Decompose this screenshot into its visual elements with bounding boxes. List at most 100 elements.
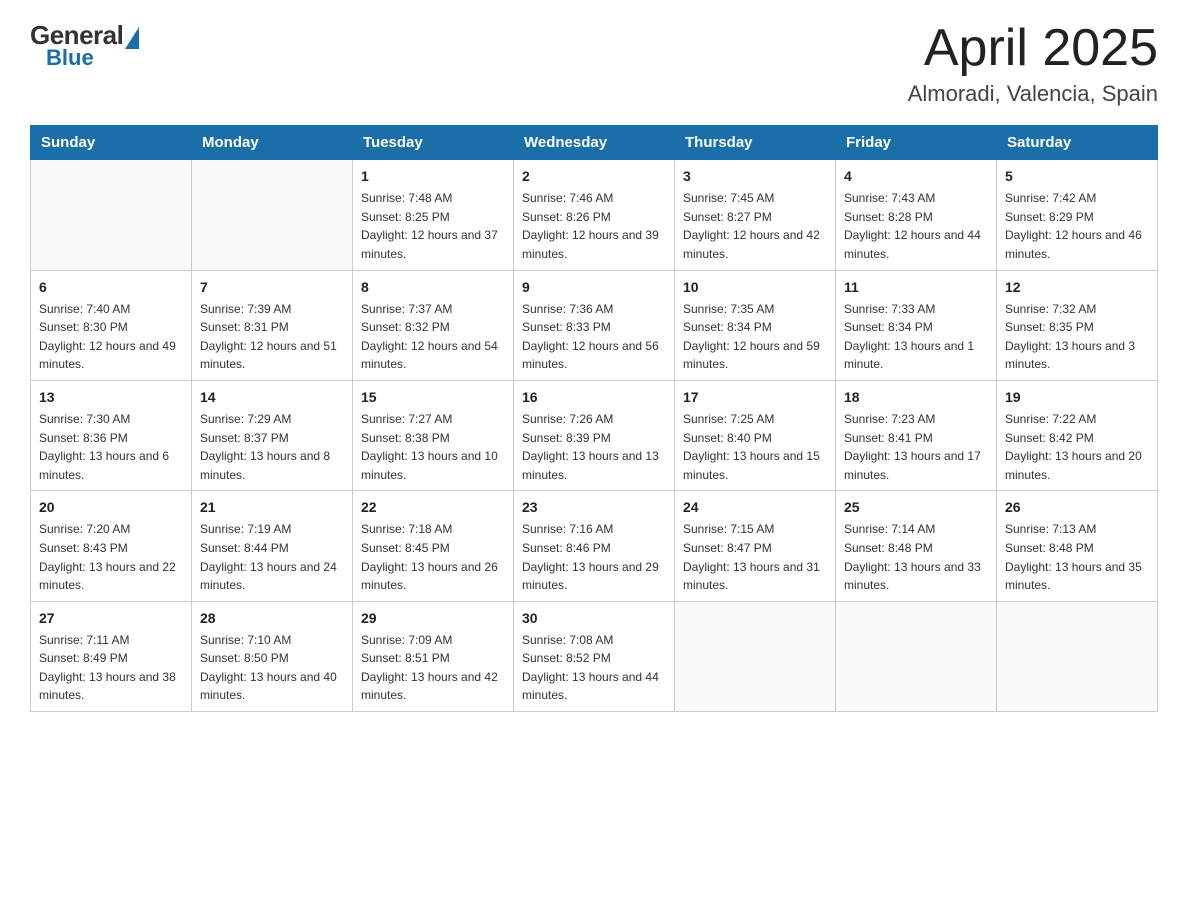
day-info: Sunrise: 7:43 AMSunset: 8:28 PMDaylight:… xyxy=(844,189,988,263)
day-info: Sunrise: 7:37 AMSunset: 8:32 PMDaylight:… xyxy=(361,300,505,374)
calendar-cell: 14Sunrise: 7:29 AMSunset: 8:37 PMDayligh… xyxy=(192,380,353,490)
calendar-cell: 24Sunrise: 7:15 AMSunset: 8:47 PMDayligh… xyxy=(675,491,836,601)
calendar-cell: 3Sunrise: 7:45 AMSunset: 8:27 PMDaylight… xyxy=(675,160,836,270)
weekday-header-saturday: Saturday xyxy=(997,126,1158,160)
calendar-cell: 21Sunrise: 7:19 AMSunset: 8:44 PMDayligh… xyxy=(192,491,353,601)
day-info: Sunrise: 7:29 AMSunset: 8:37 PMDaylight:… xyxy=(200,410,344,484)
calendar-cell: 6Sunrise: 7:40 AMSunset: 8:30 PMDaylight… xyxy=(31,270,192,380)
day-number: 11 xyxy=(844,277,988,298)
weekday-header-tuesday: Tuesday xyxy=(353,126,514,160)
day-number: 5 xyxy=(1005,166,1149,187)
weekday-header-wednesday: Wednesday xyxy=(514,126,675,160)
day-number: 12 xyxy=(1005,277,1149,298)
logo: General Blue xyxy=(30,20,139,71)
logo-triangle-icon xyxy=(125,27,139,49)
day-info: Sunrise: 7:18 AMSunset: 8:45 PMDaylight:… xyxy=(361,520,505,594)
month-title: April 2025 xyxy=(908,20,1158,77)
day-number: 27 xyxy=(39,608,183,629)
calendar-week-row: 27Sunrise: 7:11 AMSunset: 8:49 PMDayligh… xyxy=(31,601,1158,711)
calendar-cell: 26Sunrise: 7:13 AMSunset: 8:48 PMDayligh… xyxy=(997,491,1158,601)
weekday-header-thursday: Thursday xyxy=(675,126,836,160)
calendar-week-row: 6Sunrise: 7:40 AMSunset: 8:30 PMDaylight… xyxy=(31,270,1158,380)
calendar-cell: 9Sunrise: 7:36 AMSunset: 8:33 PMDaylight… xyxy=(514,270,675,380)
day-number: 25 xyxy=(844,497,988,518)
calendar-cell: 19Sunrise: 7:22 AMSunset: 8:42 PMDayligh… xyxy=(997,380,1158,490)
weekday-header-monday: Monday xyxy=(192,126,353,160)
calendar-cell: 11Sunrise: 7:33 AMSunset: 8:34 PMDayligh… xyxy=(836,270,997,380)
day-number: 26 xyxy=(1005,497,1149,518)
calendar-cell: 7Sunrise: 7:39 AMSunset: 8:31 PMDaylight… xyxy=(192,270,353,380)
day-number: 29 xyxy=(361,608,505,629)
day-number: 24 xyxy=(683,497,827,518)
day-info: Sunrise: 7:40 AMSunset: 8:30 PMDaylight:… xyxy=(39,300,183,374)
calendar-cell: 12Sunrise: 7:32 AMSunset: 8:35 PMDayligh… xyxy=(997,270,1158,380)
calendar-cell: 13Sunrise: 7:30 AMSunset: 8:36 PMDayligh… xyxy=(31,380,192,490)
day-info: Sunrise: 7:30 AMSunset: 8:36 PMDaylight:… xyxy=(39,410,183,484)
day-info: Sunrise: 7:19 AMSunset: 8:44 PMDaylight:… xyxy=(200,520,344,594)
day-number: 17 xyxy=(683,387,827,408)
day-number: 23 xyxy=(522,497,666,518)
day-info: Sunrise: 7:11 AMSunset: 8:49 PMDaylight:… xyxy=(39,631,183,705)
day-number: 21 xyxy=(200,497,344,518)
day-number: 4 xyxy=(844,166,988,187)
day-info: Sunrise: 7:25 AMSunset: 8:40 PMDaylight:… xyxy=(683,410,827,484)
day-number: 9 xyxy=(522,277,666,298)
day-number: 2 xyxy=(522,166,666,187)
calendar-cell: 23Sunrise: 7:16 AMSunset: 8:46 PMDayligh… xyxy=(514,491,675,601)
logo-blue-text: Blue xyxy=(46,45,94,71)
day-info: Sunrise: 7:15 AMSunset: 8:47 PMDaylight:… xyxy=(683,520,827,594)
day-info: Sunrise: 7:22 AMSunset: 8:42 PMDaylight:… xyxy=(1005,410,1149,484)
calendar-cell: 8Sunrise: 7:37 AMSunset: 8:32 PMDaylight… xyxy=(353,270,514,380)
day-info: Sunrise: 7:23 AMSunset: 8:41 PMDaylight:… xyxy=(844,410,988,484)
day-number: 18 xyxy=(844,387,988,408)
day-number: 8 xyxy=(361,277,505,298)
day-number: 3 xyxy=(683,166,827,187)
title-block: April 2025 Almoradi, Valencia, Spain xyxy=(908,20,1158,107)
day-number: 10 xyxy=(683,277,827,298)
day-info: Sunrise: 7:46 AMSunset: 8:26 PMDaylight:… xyxy=(522,189,666,263)
calendar-cell: 22Sunrise: 7:18 AMSunset: 8:45 PMDayligh… xyxy=(353,491,514,601)
calendar-cell: 1Sunrise: 7:48 AMSunset: 8:25 PMDaylight… xyxy=(353,160,514,270)
day-info: Sunrise: 7:33 AMSunset: 8:34 PMDaylight:… xyxy=(844,300,988,374)
day-number: 16 xyxy=(522,387,666,408)
day-info: Sunrise: 7:26 AMSunset: 8:39 PMDaylight:… xyxy=(522,410,666,484)
day-number: 14 xyxy=(200,387,344,408)
day-info: Sunrise: 7:42 AMSunset: 8:29 PMDaylight:… xyxy=(1005,189,1149,263)
day-number: 6 xyxy=(39,277,183,298)
calendar-cell: 15Sunrise: 7:27 AMSunset: 8:38 PMDayligh… xyxy=(353,380,514,490)
day-number: 13 xyxy=(39,387,183,408)
calendar-cell xyxy=(675,601,836,711)
page-header: General Blue April 2025 Almoradi, Valenc… xyxy=(30,20,1158,107)
day-number: 15 xyxy=(361,387,505,408)
calendar-cell: 30Sunrise: 7:08 AMSunset: 8:52 PMDayligh… xyxy=(514,601,675,711)
calendar-cell: 20Sunrise: 7:20 AMSunset: 8:43 PMDayligh… xyxy=(31,491,192,601)
day-info: Sunrise: 7:20 AMSunset: 8:43 PMDaylight:… xyxy=(39,520,183,594)
calendar-cell: 29Sunrise: 7:09 AMSunset: 8:51 PMDayligh… xyxy=(353,601,514,711)
calendar-table: SundayMondayTuesdayWednesdayThursdayFrid… xyxy=(30,125,1158,712)
calendar-cell: 18Sunrise: 7:23 AMSunset: 8:41 PMDayligh… xyxy=(836,380,997,490)
weekday-header-friday: Friday xyxy=(836,126,997,160)
calendar-cell: 28Sunrise: 7:10 AMSunset: 8:50 PMDayligh… xyxy=(192,601,353,711)
day-info: Sunrise: 7:35 AMSunset: 8:34 PMDaylight:… xyxy=(683,300,827,374)
calendar-cell: 27Sunrise: 7:11 AMSunset: 8:49 PMDayligh… xyxy=(31,601,192,711)
day-info: Sunrise: 7:39 AMSunset: 8:31 PMDaylight:… xyxy=(200,300,344,374)
calendar-cell xyxy=(997,601,1158,711)
calendar-cell: 17Sunrise: 7:25 AMSunset: 8:40 PMDayligh… xyxy=(675,380,836,490)
calendar-cell xyxy=(836,601,997,711)
day-info: Sunrise: 7:10 AMSunset: 8:50 PMDaylight:… xyxy=(200,631,344,705)
calendar-cell: 10Sunrise: 7:35 AMSunset: 8:34 PMDayligh… xyxy=(675,270,836,380)
calendar-week-row: 1Sunrise: 7:48 AMSunset: 8:25 PMDaylight… xyxy=(31,160,1158,270)
calendar-cell: 2Sunrise: 7:46 AMSunset: 8:26 PMDaylight… xyxy=(514,160,675,270)
calendar-cell: 16Sunrise: 7:26 AMSunset: 8:39 PMDayligh… xyxy=(514,380,675,490)
weekday-header-row: SundayMondayTuesdayWednesdayThursdayFrid… xyxy=(31,126,1158,160)
day-info: Sunrise: 7:13 AMSunset: 8:48 PMDaylight:… xyxy=(1005,520,1149,594)
day-info: Sunrise: 7:08 AMSunset: 8:52 PMDaylight:… xyxy=(522,631,666,705)
day-number: 30 xyxy=(522,608,666,629)
calendar-cell: 25Sunrise: 7:14 AMSunset: 8:48 PMDayligh… xyxy=(836,491,997,601)
day-number: 1 xyxy=(361,166,505,187)
day-info: Sunrise: 7:27 AMSunset: 8:38 PMDaylight:… xyxy=(361,410,505,484)
weekday-header-sunday: Sunday xyxy=(31,126,192,160)
day-info: Sunrise: 7:16 AMSunset: 8:46 PMDaylight:… xyxy=(522,520,666,594)
day-number: 7 xyxy=(200,277,344,298)
day-info: Sunrise: 7:09 AMSunset: 8:51 PMDaylight:… xyxy=(361,631,505,705)
